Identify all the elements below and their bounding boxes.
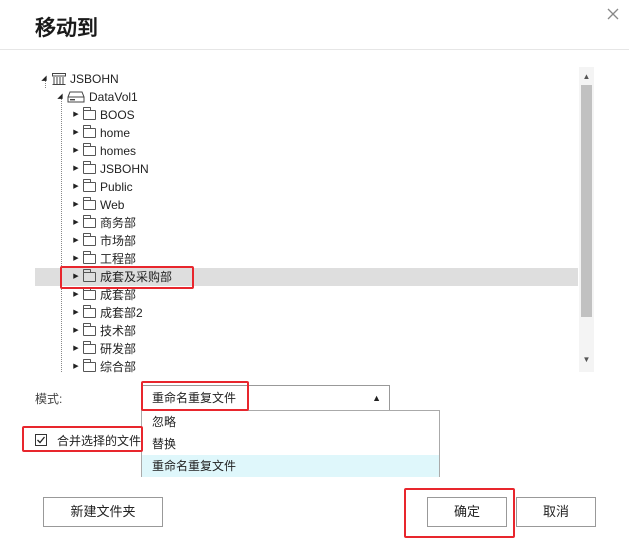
confirm-button[interactable]: 确定 <box>427 497 507 527</box>
tree-node-label: JSBOHN <box>70 72 119 86</box>
tree-folder-label: BOOS <box>100 108 135 122</box>
expand-arrow-icon[interactable]: ▶ <box>72 250 80 268</box>
expand-arrow-icon[interactable]: ▶ <box>72 358 80 376</box>
mode-label: 模式: <box>35 392 63 406</box>
tree-folder-row[interactable]: ▶ JSBOHN <box>72 160 149 178</box>
folder-icon <box>83 143 96 156</box>
expand-arrow-icon[interactable]: ▶ <box>72 304 80 322</box>
tree-folder-label: Web <box>100 198 125 212</box>
folder-icon <box>83 179 96 192</box>
mode-select[interactable]: 重命名重复文件 ▲ <box>141 385 390 411</box>
expand-arrow-icon[interactable]: ▶ <box>72 268 80 286</box>
tree-folder-label: 技术部 <box>100 324 137 338</box>
tree-folder-row[interactable]: ▶ 商务部 <box>72 214 136 232</box>
folder-icon <box>83 107 96 120</box>
tree-folder-row[interactable]: ▶ 工程部 <box>72 250 136 268</box>
tree-folder-label: 成套部2 <box>100 306 143 320</box>
tree-folder-row[interactable]: ▶ 成套及采购部 <box>72 268 172 286</box>
folder-icon <box>83 269 96 282</box>
tree-folder-row[interactable]: ▶ 研发部 <box>72 340 136 358</box>
tree-node-root[interactable]: ◢ JSBOHN <box>40 70 119 88</box>
tree-folder-row[interactable]: ▶ home <box>72 124 130 142</box>
scroll-thumb[interactable] <box>581 85 592 317</box>
folder-icon <box>83 359 96 372</box>
tree-folder-row[interactable]: ▶ 技术部 <box>72 322 136 340</box>
merge-files-label: 合并选择的文件 <box>57 433 142 448</box>
tree-folder-label: 研发部 <box>100 342 137 356</box>
merge-files-option[interactable]: 合并选择的文件 <box>35 431 141 449</box>
tree-folder-label: 成套及采购部 <box>100 270 173 284</box>
tree-folder-label: JSBOHN <box>100 162 149 176</box>
expand-arrow-icon[interactable]: ▶ <box>72 322 80 340</box>
folder-icon <box>83 233 96 246</box>
drive-icon <box>67 91 85 103</box>
mode-select-value: 重命名重复文件 <box>152 391 237 405</box>
expand-arrow-icon[interactable]: ▶ <box>72 178 80 196</box>
tree-folder-row[interactable]: ▶ homes <box>72 142 136 160</box>
new-folder-button[interactable]: 新建文件夹 <box>43 497 163 527</box>
scroll-up-arrow-icon[interactable]: ▲ <box>579 69 594 83</box>
expand-arrow-icon[interactable]: ▶ <box>72 232 80 250</box>
tree-folder-row[interactable]: ▶ 市场部 <box>72 232 136 250</box>
dropdown-arrow-icon[interactable]: ▲ <box>372 386 381 410</box>
tree-folder-label: 综合部 <box>100 360 137 374</box>
tree-folder-row[interactable]: ▶ BOOS <box>72 106 135 124</box>
tree-node-label: DataVol1 <box>89 90 138 104</box>
tree-folder-label: homes <box>100 144 137 158</box>
tree-folder-label: 市场部 <box>100 234 137 248</box>
tree-folder-label: Public <box>100 180 133 194</box>
mode-option-replace[interactable]: 替换 <box>142 433 439 455</box>
tree-folder-label: 成套部 <box>100 288 137 302</box>
folder-icon <box>83 287 96 300</box>
tree-folder-row[interactable]: ▶ 成套部 <box>72 286 136 304</box>
folder-icon <box>83 341 96 354</box>
tree-scrollbar[interactable]: ▲ ▼ <box>579 67 594 372</box>
folder-icon <box>83 125 96 138</box>
tree-folder-label: 商务部 <box>100 216 137 230</box>
close-icon[interactable] <box>603 4 623 24</box>
nas-server-icon <box>52 73 66 85</box>
tree-folder-label: home <box>100 126 131 140</box>
folder-icon <box>83 251 96 264</box>
folder-icon <box>83 197 96 210</box>
expand-arrow-icon[interactable]: ▶ <box>72 286 80 304</box>
mode-dropdown-list: 忽略 替换 重命名重复文件 <box>141 410 440 477</box>
expand-arrow-icon[interactable]: ▶ <box>72 214 80 232</box>
tree-folder-label: 工程部 <box>100 252 137 266</box>
expand-arrow-icon[interactable]: ◢ <box>40 70 48 88</box>
expand-arrow-icon[interactable]: ▶ <box>72 340 80 358</box>
tree-folder-row[interactable]: ▶ 成套部2 <box>72 304 143 322</box>
cancel-button[interactable]: 取消 <box>516 497 596 527</box>
expand-arrow-icon[interactable]: ▶ <box>72 160 80 178</box>
expand-arrow-icon[interactable]: ▶ <box>72 106 80 124</box>
dialog-title: 移动到 <box>35 16 98 40</box>
tree-node-volume[interactable]: ◢ DataVol1 <box>56 88 138 106</box>
tree-guide-line <box>61 98 62 372</box>
dialog-title-bar: 移动到 <box>0 0 629 50</box>
expand-arrow-icon[interactable]: ▶ <box>72 124 80 142</box>
mode-option-ignore[interactable]: 忽略 <box>142 411 439 433</box>
scroll-down-arrow-icon[interactable]: ▼ <box>579 352 594 366</box>
merge-files-checkbox[interactable] <box>35 434 47 446</box>
expand-arrow-icon[interactable]: ◢ <box>56 88 64 106</box>
expand-arrow-icon[interactable]: ▶ <box>72 196 80 214</box>
expand-arrow-icon[interactable]: ▶ <box>72 142 80 160</box>
tree-folder-row[interactable]: ▶ Web <box>72 196 124 214</box>
folder-icon <box>83 161 96 174</box>
folder-icon <box>83 323 96 336</box>
folder-icon <box>83 305 96 318</box>
tree-folder-row[interactable]: ▶ 综合部 <box>72 358 136 376</box>
folder-icon <box>83 215 96 228</box>
mode-option-rename[interactable]: 重命名重复文件 <box>142 455 439 477</box>
tree-folder-row[interactable]: ▶ Public <box>72 178 133 196</box>
